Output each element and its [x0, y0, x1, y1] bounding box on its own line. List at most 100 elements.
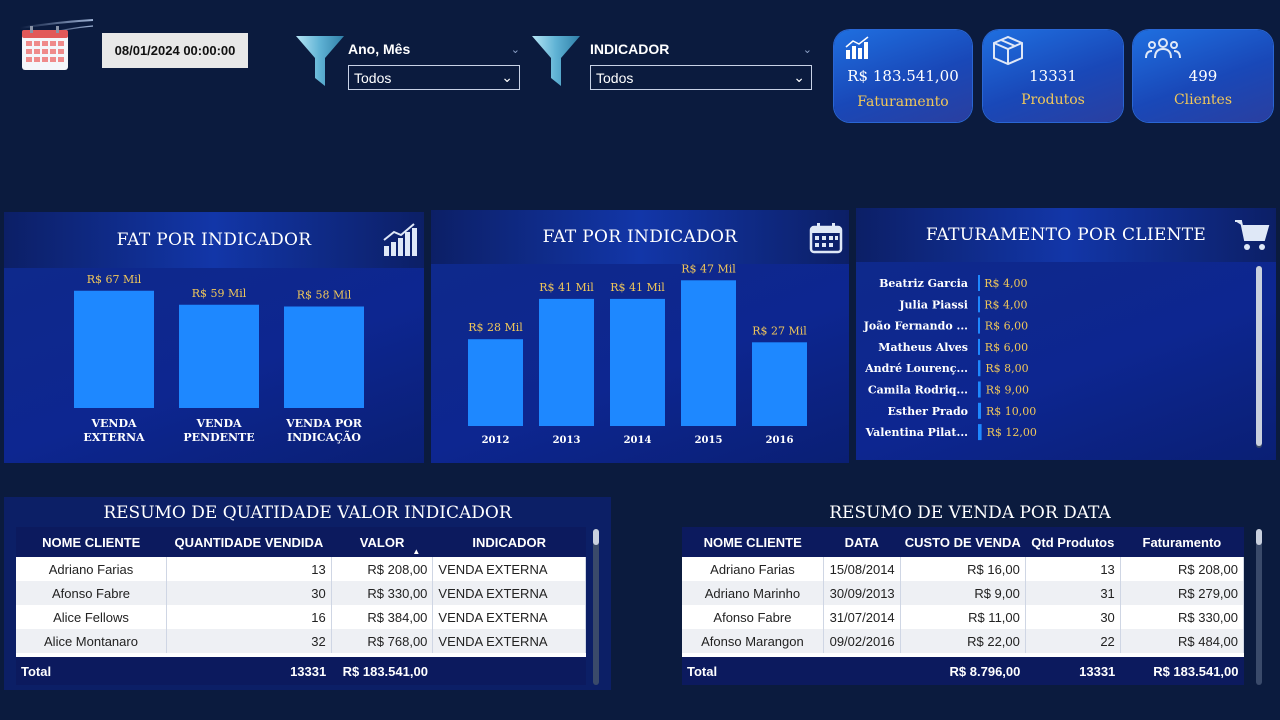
scrollbar-thumb[interactable]: [1256, 529, 1262, 545]
scrollbar[interactable]: [1256, 266, 1262, 448]
table-cell: VENDA EXTERNA: [432, 557, 586, 581]
table-cell: 15/08/2014: [823, 557, 901, 581]
category-label: INDICAÇÃO: [287, 430, 361, 444]
scrollbar[interactable]: [1256, 529, 1262, 685]
kpi-card-faturamento: R$ 183.541,00 Faturamento: [834, 30, 972, 122]
filter-selected-value: Todos: [596, 69, 634, 86]
category-label: Camila Rodriq...: [868, 384, 968, 397]
table-cell: 09/02/2016: [823, 629, 901, 653]
chart-title: FAT POR INDICADOR: [542, 227, 738, 247]
bar-chart-icon: [845, 36, 869, 59]
column-header[interactable]: Qtd Produtos: [1025, 527, 1121, 557]
category-label: Esther Prado: [887, 405, 968, 418]
total-cell: R$ 183.541,00: [1120, 657, 1244, 685]
bar: [978, 360, 981, 377]
category-label: 2014: [624, 435, 652, 446]
scrollbar-thumb[interactable]: [593, 529, 599, 545]
box-icon: [993, 35, 1023, 66]
filter-indicador[interactable]: INDICADOR ⌄ Todos ⌄: [590, 38, 812, 98]
bar: [681, 280, 736, 426]
column-header[interactable]: NOME CLIENTE: [682, 527, 824, 557]
chevron-down-icon[interactable]: ⌄: [511, 43, 520, 56]
table-row[interactable]: Adriano Farias 13 R$ 208,00 VENDA EXTERNA: [16, 557, 586, 581]
bar: [978, 338, 980, 355]
bar-chart-ano: R$ 28 Mil 2012 R$ 41 Mil 2013 R$ 41 Mil 2014 R…: [468, 264, 807, 446]
category-label: PENDENTE: [183, 431, 254, 444]
sort-ascending-icon[interactable]: ▲: [412, 547, 420, 556]
table-cell: 16: [166, 605, 332, 629]
table-row[interactable]: Alice Fellows 16 R$ 384,00 VENDA EXTERNA: [16, 605, 586, 629]
category-label: Valentina Pilat...: [865, 426, 968, 439]
table-cell: R$ 9,00: [900, 581, 1026, 605]
scrollbar-thumb[interactable]: [1256, 266, 1262, 446]
bar: [978, 296, 980, 313]
data-label: R$ 41 Mil: [610, 281, 665, 294]
data-label: R$ 59 Mil: [192, 287, 247, 300]
column-header[interactable]: VALOR ▲: [331, 527, 433, 557]
data-table-data: NOME CLIENTE DATA CUSTO DE VENDA Qtd Produt…: [682, 527, 1245, 685]
category-label: VENDA: [90, 417, 137, 430]
table-cell: VENDA EXTERNA: [432, 605, 586, 629]
table-cell: 30/09/2013: [823, 581, 901, 605]
kpi-label: Faturamento: [857, 94, 949, 110]
total-cell: Total: [682, 657, 824, 685]
column-header[interactable]: DATA: [823, 527, 901, 557]
filter-selected-value: Todos: [354, 69, 392, 86]
table-row[interactable]: Afonso Fabre 31/07/2014 R$ 11,00 30 R$ 330,0…: [682, 605, 1245, 629]
filter-dropdown[interactable]: Todos ⌄: [348, 65, 520, 90]
bar: [978, 381, 981, 398]
chart-title: FATURAMENTO POR CLIENTE: [925, 225, 1207, 245]
table-cell: R$ 768,00: [331, 629, 434, 653]
table-row[interactable]: Adriano Marinho 30/09/2013 R$ 9,00 31 R$ 279…: [682, 581, 1245, 605]
column-header[interactable]: Faturamento: [1120, 527, 1244, 557]
bar: [539, 298, 594, 426]
table-cell: Alice Montanaro: [16, 629, 167, 653]
table-row[interactable]: Alice Montanaro 32 R$ 768,00 VENDA EXTERNA: [16, 629, 586, 653]
bar: [74, 290, 154, 408]
data-label: R$ 47 Mil: [681, 264, 736, 275]
table-row[interactable]: Afonso Marangon 09/02/2016 R$ 22,00 22 R$ 48…: [682, 629, 1245, 653]
filter-dropdown[interactable]: Todos ⌄: [590, 65, 812, 90]
table-cell: R$ 22,00: [900, 629, 1026, 653]
bar: [978, 402, 981, 419]
column-header[interactable]: QUANTIDADE VENDIDA: [166, 527, 332, 557]
bar: [179, 304, 259, 408]
filter-title: Ano, Mês: [348, 41, 411, 57]
column-header[interactable]: INDICADOR: [432, 527, 586, 557]
table-total-row: Total R$ 8.796,00 13331 R$ 183.541,00: [682, 657, 1244, 685]
bar-chart-cliente: Beatriz Garcia R$ 4,00 Julia Piassi R$ 4,00…: [863, 275, 1037, 441]
bar: [978, 275, 980, 291]
table-panel-data: RESUMO DE VENDA POR DATA NOME CLIENTE DAT…: [670, 497, 1270, 690]
table-cell: 31: [1025, 581, 1121, 605]
table-panel-indicador: RESUMO DE QUATIDADE VALOR INDICADOR NOME…: [4, 497, 611, 690]
filter-ano-mes[interactable]: Ano, Mês ⌄ Todos ⌄: [348, 38, 520, 98]
data-label: R$ 9,00: [986, 384, 1029, 397]
kpi-value: 499: [1188, 67, 1218, 85]
table-cell: 13: [1025, 557, 1121, 581]
table-cell: 13: [166, 557, 332, 581]
table-row[interactable]: Afonso Fabre 30 R$ 330,00 VENDA EXTERNA: [16, 581, 586, 605]
data-label: R$ 8,00: [985, 362, 1028, 375]
users-icon: [1145, 38, 1181, 59]
scrollbar[interactable]: [593, 529, 599, 685]
bar-chart-indicador: R$ 67 MilVENDAEXTERNAR$ 59 MilVENDAPENDE…: [74, 273, 364, 444]
total-cell: R$ 183.541,00: [331, 657, 433, 685]
bar: [752, 342, 807, 426]
column-header[interactable]: NOME CLIENTE: [16, 527, 167, 557]
total-cell: 13331: [166, 657, 332, 685]
table-row[interactable]: Adriano Farias 15/08/2014 R$ 16,00 13 R$ 208…: [682, 557, 1245, 581]
total-cell: [432, 657, 586, 685]
column-header[interactable]: CUSTO DE VENDA: [900, 527, 1026, 557]
data-label: R$ 28 Mil: [468, 321, 523, 334]
data-label: R$ 67 Mil: [87, 273, 142, 286]
chevron-down-icon[interactable]: ⌄: [803, 43, 812, 56]
chart-title: FAT POR INDICADOR: [116, 230, 312, 250]
bar: [610, 298, 665, 426]
category-label: André Lourenç...: [864, 362, 968, 375]
filter-title: INDICADOR: [590, 41, 670, 57]
category-label: 2016: [766, 435, 794, 446]
data-label: R$ 10,00: [986, 405, 1036, 418]
total-cell: Total: [16, 657, 167, 685]
table-cell: Alice Fellows: [16, 605, 167, 629]
filter-funnel-icon: [532, 36, 580, 86]
